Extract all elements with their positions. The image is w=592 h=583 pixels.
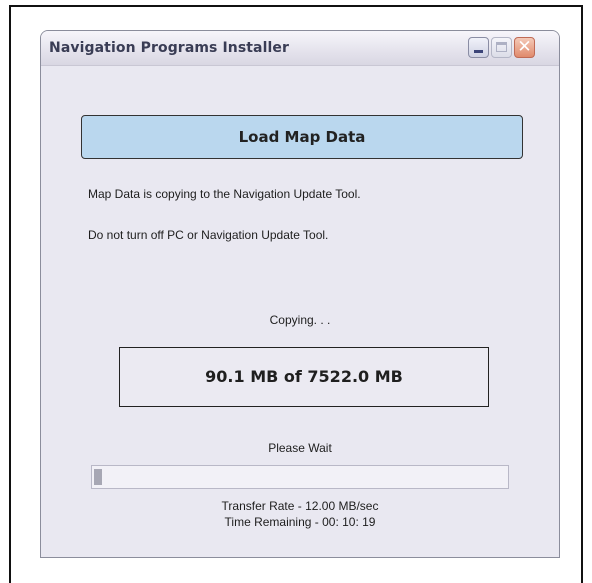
minimize-icon — [474, 50, 483, 53]
transfer-size-display: 90.1 MB of 7522.0 MB — [119, 347, 489, 407]
time-remaining: Time Remaining - 00: 10: 19 — [224, 515, 376, 529]
maximize-button[interactable] — [491, 37, 512, 58]
installer-window: Navigation Programs Installer ✕ Load Map… — [40, 30, 560, 558]
close-icon: ✕ — [517, 37, 532, 57]
close-button[interactable]: ✕ — [514, 37, 535, 58]
progress-bar-fill — [94, 469, 102, 485]
please-wait-label: Please Wait — [268, 441, 332, 455]
load-map-data-header: Load Map Data — [81, 115, 523, 159]
copying-status: Copying. . . — [269, 313, 331, 327]
transfer-rate: Transfer Rate - 12.00 MB/sec — [221, 499, 379, 513]
copying-message: Map Data is copying to the Navigation Up… — [88, 187, 361, 201]
window-title: Navigation Programs Installer — [49, 40, 290, 56]
minimize-button[interactable] — [468, 37, 489, 58]
progress-bar — [91, 465, 509, 489]
maximize-icon — [496, 42, 507, 52]
title-bar[interactable]: Navigation Programs Installer ✕ — [41, 31, 559, 66]
warning-message: Do not turn off PC or Navigation Update … — [88, 228, 329, 242]
